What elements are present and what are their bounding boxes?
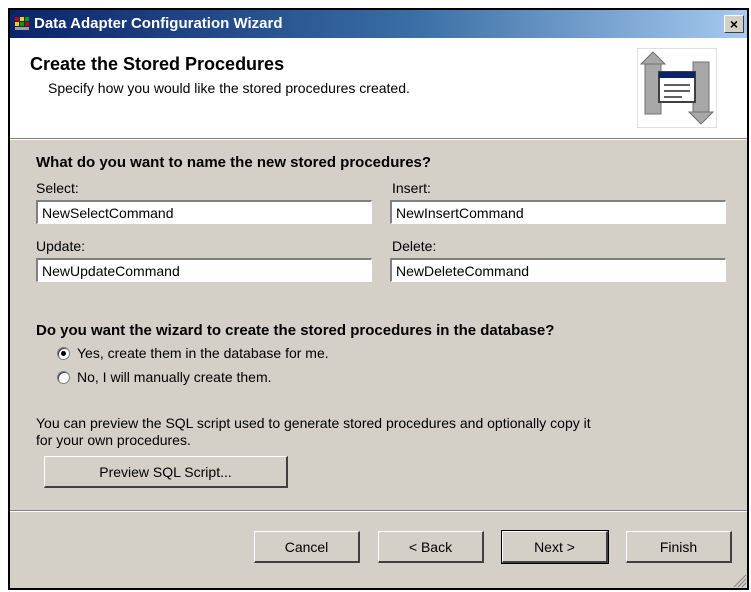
wizard-graphic-icon [637,48,717,128]
footer-divider [10,510,747,512]
select-label: Select: [36,180,79,196]
update-name-input[interactable] [36,258,372,282]
update-label: Update: [36,238,86,254]
radio-yes-create[interactable]: Yes, create them in the database for me. [57,345,329,361]
wizard-window: Data Adapter Configuration Wizard × Crea… [8,8,749,590]
page-title: Create the Stored Procedures [30,54,285,74]
page-subtitle: Specify how you would like the stored pr… [48,80,410,96]
preview-text-line1: You can preview the SQL script used to g… [36,415,591,431]
names-heading: What do you want to name the new stored … [36,154,432,171]
radio-yes-label: Yes, create them in the database for me. [77,345,329,361]
radio-no-manual[interactable]: No, I will manually create them. [57,369,272,385]
finish-button[interactable]: Finish [626,531,732,563]
back-button[interactable]: < Back [378,531,484,563]
close-button[interactable]: × [724,15,744,33]
wizard-header: Create the Stored Procedures Specify how… [10,38,747,139]
delete-label: Delete: [392,238,437,254]
window-title: Data Adapter Configuration Wizard [34,15,283,32]
preview-text-line2: for your own procedures. [36,432,191,448]
app-icon [15,17,29,30]
close-icon: × [729,16,739,32]
insert-name-input[interactable] [390,200,726,224]
radio-button[interactable] [57,370,70,384]
create-heading: Do you want the wizard to create the sto… [36,322,555,339]
preview-sql-button[interactable]: Preview SQL Script... [44,456,288,488]
title-bar[interactable]: Data Adapter Configuration Wizard × [10,10,747,38]
next-button[interactable]: Next > [501,530,609,564]
radio-no-label: No, I will manually create them. [77,369,272,385]
radio-button-checked[interactable] [57,346,70,360]
delete-name-input[interactable] [390,258,726,282]
insert-label: Insert: [392,180,431,196]
select-name-input[interactable] [36,200,372,224]
cancel-button[interactable]: Cancel [254,531,360,563]
resize-grip-icon[interactable] [731,572,747,588]
